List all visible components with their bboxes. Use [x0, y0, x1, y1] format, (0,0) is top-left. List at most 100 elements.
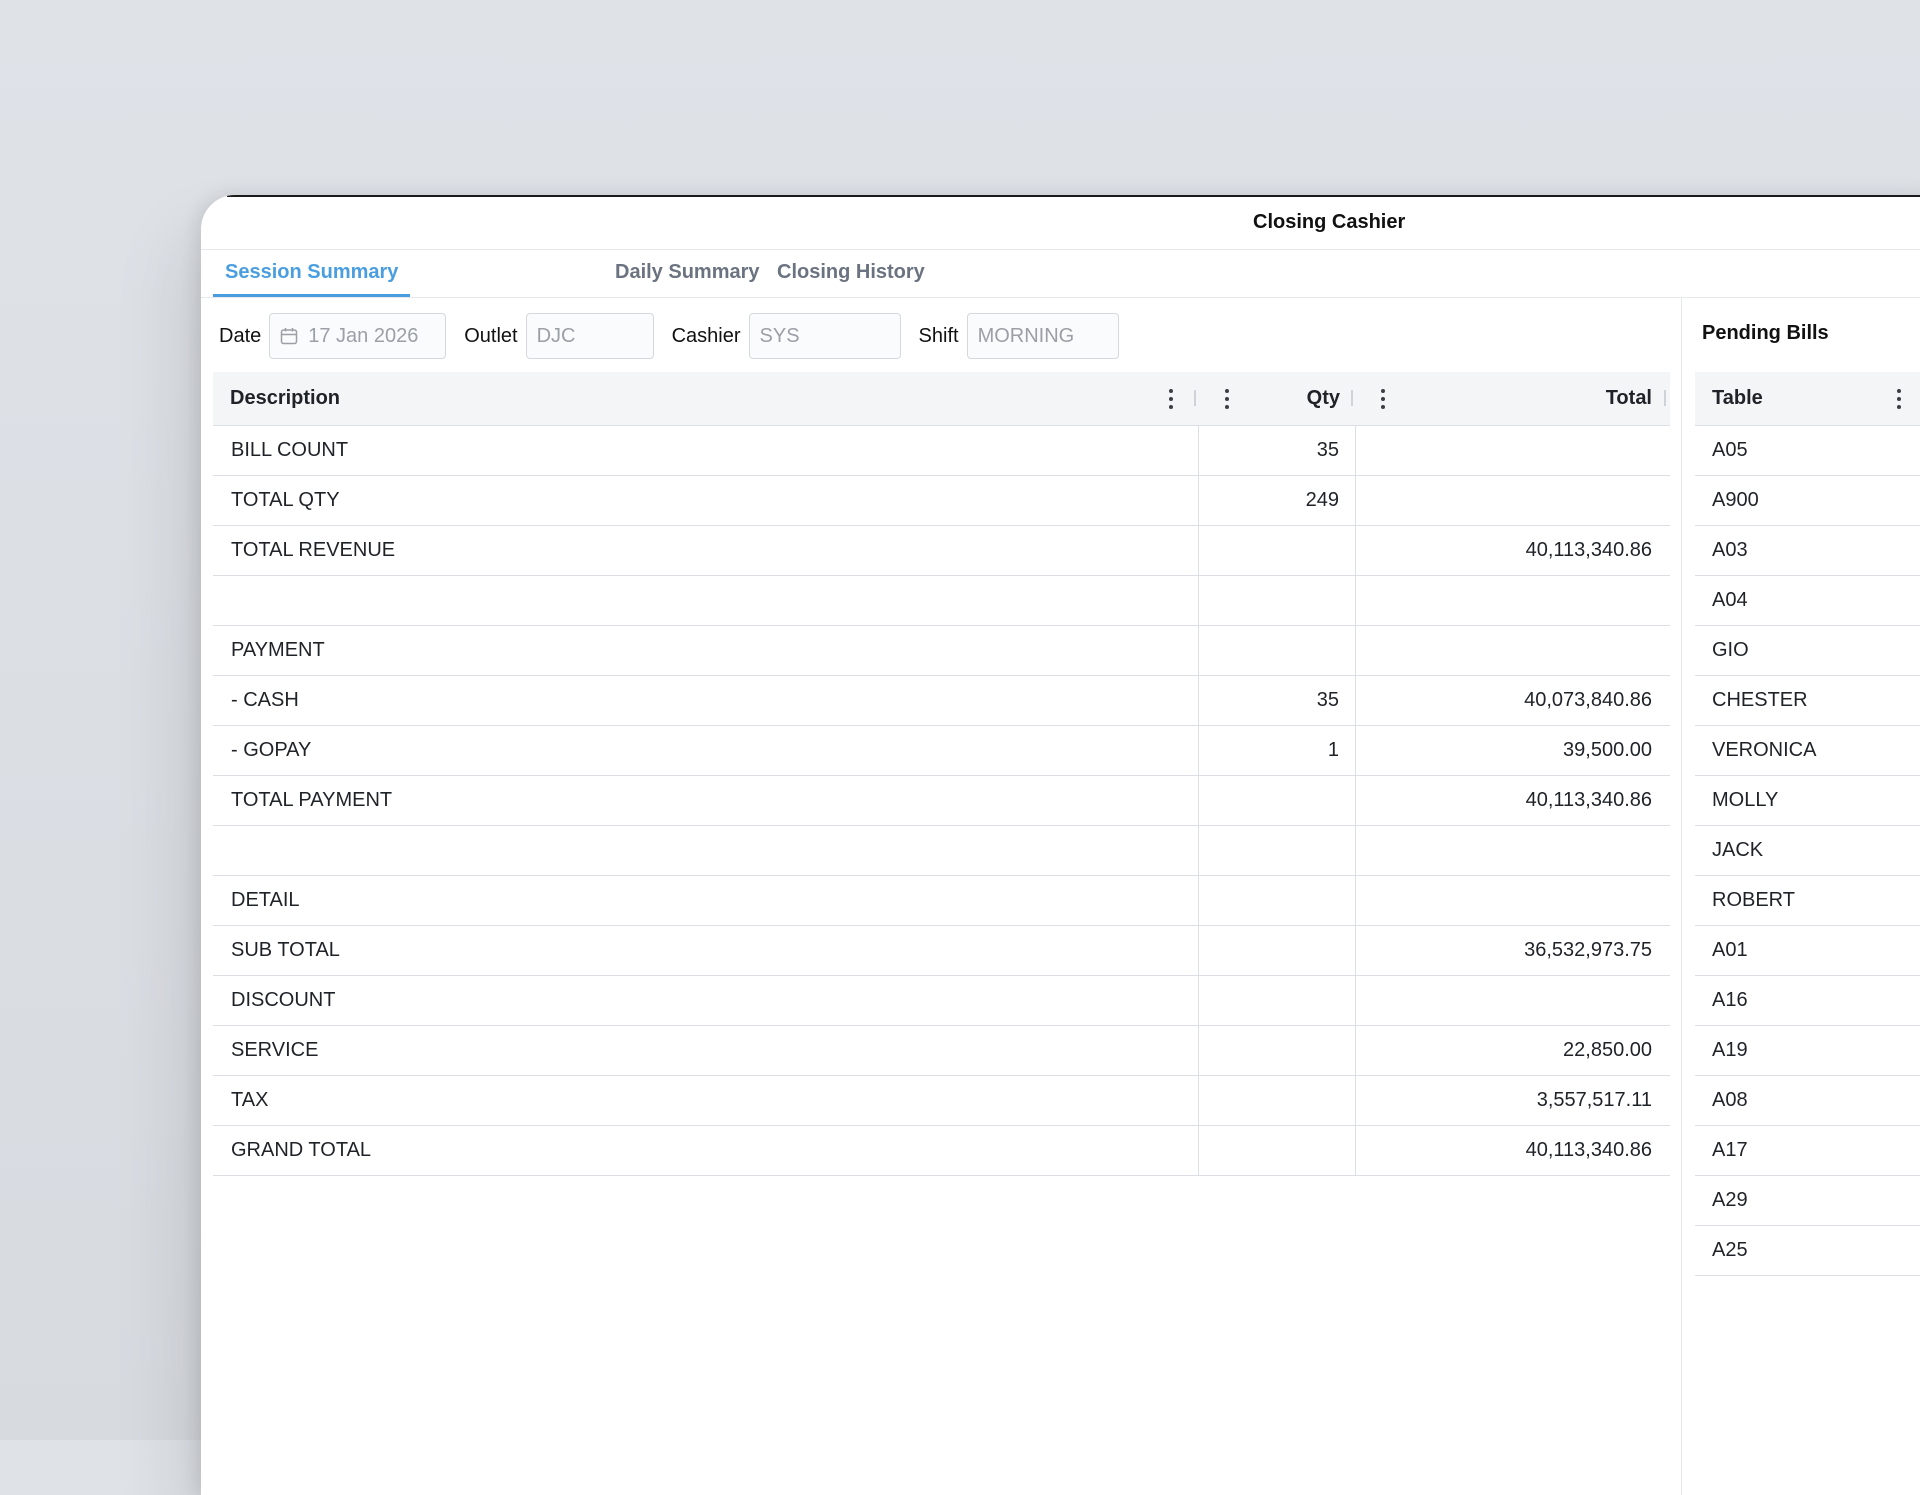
column-header-total-label: Total — [1605, 387, 1652, 409]
cashier-field[interactable]: SYS — [748, 313, 901, 359]
row-total — [1356, 626, 1670, 675]
row-total — [1356, 876, 1670, 925]
table-row[interactable]: SERVICE 22,850.00 — [213, 1026, 1670, 1076]
row-qty — [1199, 1126, 1356, 1175]
row-total: 40,113,340.86 — [1525, 1139, 1652, 1161]
table-row[interactable]: - GOPAY 1 39,500.00 — [213, 726, 1670, 776]
pending-bills-panel: Pending Bills Table A05 A900 A03 A04 GIO CHES… — [1682, 298, 1920, 1495]
row-qty — [1199, 826, 1356, 875]
pending-bill-row[interactable]: JACK — [1695, 826, 1920, 876]
pending-bills-header[interactable]: Table — [1695, 372, 1920, 426]
row-description: TAX — [213, 1076, 1199, 1125]
summary-table: Description Qty Total BILL COUNT 35 TOTAL … — [213, 372, 1670, 1176]
pending-bill-row[interactable]: A05 — [1695, 426, 1920, 476]
table-row[interactable] — [213, 826, 1670, 876]
row-total: 40,073,840.86 — [1524, 689, 1652, 711]
column-resize-handle[interactable] — [1664, 390, 1666, 406]
row-description: BILL COUNT — [213, 426, 1199, 475]
tab-daily-summary[interactable]: Daily Summary — [603, 250, 772, 296]
summary-table-header: Description Qty Total — [213, 372, 1670, 426]
row-qty: 1 — [1199, 726, 1356, 775]
pending-bill-row[interactable]: A03 — [1695, 526, 1920, 576]
row-description: - CASH — [213, 676, 1199, 725]
kebab-menu-icon[interactable] — [1225, 389, 1229, 409]
table-row[interactable]: TAX 3,557,517.11 — [213, 1076, 1670, 1126]
column-header-table-label: Table — [1712, 387, 1763, 409]
outlet-value: DJC — [536, 324, 576, 347]
pending-bills-title: Pending Bills — [1702, 322, 1829, 344]
pending-bill-row[interactable]: A17 — [1695, 1126, 1920, 1176]
column-header-description[interactable]: Description — [213, 372, 1199, 425]
row-total — [1356, 476, 1670, 525]
tab-session-summary[interactable]: Session Summary — [213, 250, 411, 297]
table-row[interactable]: TOTAL REVENUE 40,113,340.86 — [213, 526, 1670, 576]
pending-bill-row[interactable]: A900 — [1695, 476, 1920, 526]
row-total: 40,113,340.86 — [1525, 539, 1652, 561]
pending-bill-row[interactable]: VERONICA — [1695, 726, 1920, 776]
table-row[interactable]: DETAIL — [213, 876, 1670, 926]
pending-bill-row[interactable]: MOLLY — [1695, 776, 1920, 826]
row-qty — [1199, 1026, 1356, 1075]
row-qty: 35 — [1199, 676, 1356, 725]
row-description: DISCOUNT — [213, 976, 1199, 1025]
pending-bill-row[interactable]: A25 — [1695, 1226, 1920, 1276]
row-total: 36,532,973.75 — [1524, 939, 1652, 961]
row-total: 3,557,517.11 — [1536, 1089, 1652, 1111]
pending-bill-row[interactable]: ROBERT — [1695, 876, 1920, 926]
row-description — [213, 826, 1199, 875]
column-header-description-label: Description — [230, 387, 341, 409]
row-total — [1356, 426, 1670, 475]
pending-bill-row[interactable]: GIO — [1695, 626, 1920, 676]
column-header-qty[interactable]: Qty — [1199, 372, 1356, 425]
table-row[interactable]: TOTAL PAYMENT 40,113,340.86 — [213, 776, 1670, 826]
row-qty: 35 — [1199, 426, 1356, 475]
kebab-menu-icon[interactable] — [1169, 389, 1173, 409]
title-bar: Closing Cashier — [201, 195, 1920, 250]
column-header-qty-label: Qty — [1306, 387, 1340, 409]
row-total — [1356, 576, 1670, 625]
table-row[interactable]: PAYMENT — [213, 626, 1670, 676]
date-picker[interactable]: 17 Jan 2026 — [269, 313, 447, 359]
filter-bar: Date 17 Jan 2026 Outlet DJC Cashier SYS … — [219, 312, 1137, 360]
pending-bill-row[interactable]: A19 — [1695, 1026, 1920, 1076]
row-description: - GOPAY — [213, 726, 1199, 775]
row-qty — [1199, 926, 1356, 975]
app-window: Closing Cashier Session Summary Daily Su… — [201, 195, 1920, 1495]
cashier-label: Cashier — [671, 324, 741, 347]
row-qty — [1199, 776, 1356, 825]
row-total: 22,850.00 — [1563, 1039, 1652, 1061]
table-row[interactable]: DISCOUNT — [213, 976, 1670, 1026]
table-row[interactable]: - CASH 35 40,073,840.86 — [213, 676, 1670, 726]
pending-bills-body: A05 A900 A03 A04 GIO CHESTER VERONICA MOLLY JACK… — [1695, 426, 1920, 1276]
date-label: Date — [219, 324, 262, 347]
shift-field[interactable]: MORNING — [966, 313, 1119, 359]
row-description: GRAND TOTAL — [213, 1126, 1199, 1175]
pending-bill-row[interactable]: A08 — [1695, 1076, 1920, 1126]
row-description: SUB TOTAL — [213, 926, 1199, 975]
row-description: TOTAL REVENUE — [213, 526, 1199, 575]
table-row[interactable]: TOTAL QTY 249 — [213, 476, 1670, 526]
column-resize-handle[interactable] — [1194, 390, 1196, 406]
calendar-icon — [281, 328, 298, 345]
row-description: SERVICE — [213, 1026, 1199, 1075]
row-total — [1356, 826, 1670, 875]
pending-bill-row[interactable]: A01 — [1695, 926, 1920, 976]
table-row[interactable]: BILL COUNT 35 — [213, 426, 1670, 476]
table-row[interactable] — [213, 576, 1670, 626]
outlet-field[interactable]: DJC — [525, 313, 654, 359]
pending-bill-row[interactable]: A16 — [1695, 976, 1920, 1026]
cashier-value: SYS — [759, 324, 800, 347]
column-resize-handle[interactable] — [1351, 390, 1353, 406]
tab-closing-history[interactable]: Closing History — [765, 250, 937, 296]
kebab-menu-icon[interactable] — [1897, 389, 1901, 409]
column-header-total[interactable]: Total — [1356, 372, 1670, 425]
pending-bill-row[interactable]: CHESTER — [1695, 676, 1920, 726]
pending-bill-row[interactable]: A04 — [1695, 576, 1920, 626]
table-row[interactable]: GRAND TOTAL 40,113,340.86 — [213, 1126, 1670, 1176]
kebab-menu-icon[interactable] — [1381, 389, 1385, 409]
row-qty: 249 — [1199, 476, 1356, 525]
table-row[interactable]: SUB TOTAL 36,532,973.75 — [213, 926, 1670, 976]
row-total — [1356, 976, 1670, 1025]
row-qty — [1199, 1076, 1356, 1125]
pending-bill-row[interactable]: A29 — [1695, 1176, 1920, 1226]
